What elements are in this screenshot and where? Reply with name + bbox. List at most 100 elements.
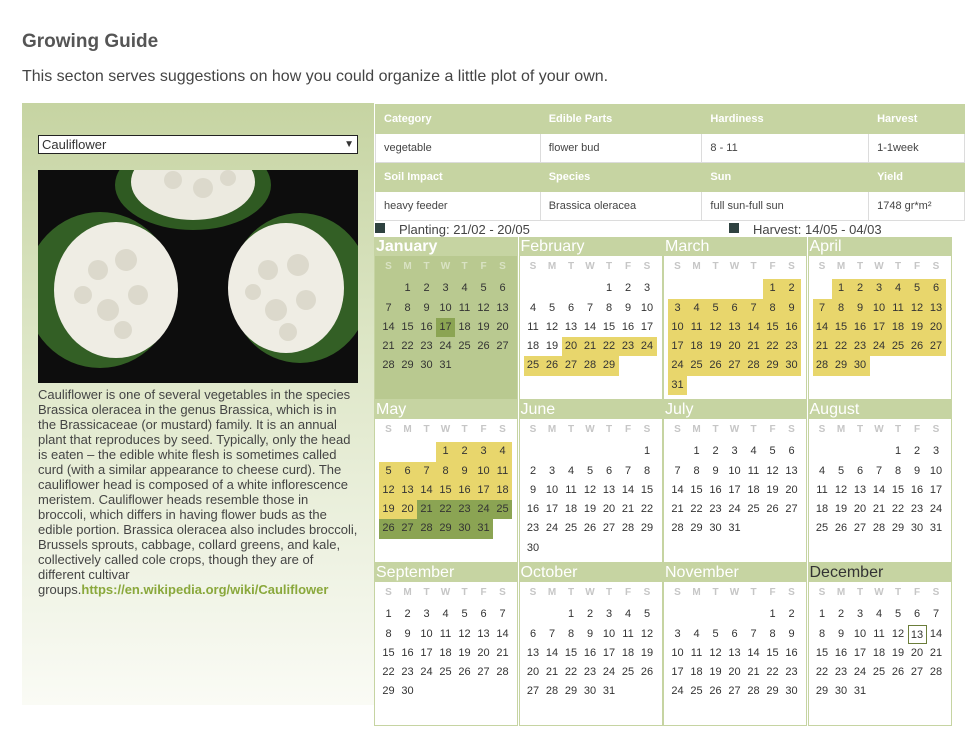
calendar-day[interactable]: 13 [725,644,744,663]
calendar-day[interactable]: 6 [493,279,512,298]
calendar-day[interactable]: 25 [455,337,474,356]
calendar-day[interactable]: 13 [725,317,744,338]
calendar-day[interactable]: 25 [687,356,706,376]
calendar-day[interactable]: 12 [763,462,782,481]
calendar-day[interactable]: 7 [744,625,763,644]
calendar-day[interactable]: 10 [638,299,657,318]
calendar-day[interactable]: 17 [474,480,493,501]
calendar-day[interactable]: 4 [562,462,581,481]
calendar-day[interactable]: 13 [474,625,493,644]
calendar-day[interactable]: 5 [889,605,908,624]
calendar-day[interactable]: 24 [543,519,562,538]
calendar-day[interactable]: 13 [524,644,543,663]
calendar-day[interactable]: 3 [668,298,687,318]
calendar-day[interactable]: 8 [831,298,851,318]
calendar-day[interactable]: 6 [600,462,619,481]
calendar-day[interactable]: 11 [524,318,543,337]
calendar-day[interactable]: 29 [638,519,657,538]
calendar-day[interactable]: 7 [927,605,946,624]
calendar-day[interactable]: 12 [889,625,908,644]
calendar-day[interactable]: 5 [581,462,600,481]
calendar-day[interactable]: 6 [926,279,946,299]
calendar-day[interactable]: 9 [581,625,600,644]
calendar-day[interactable]: 25 [744,500,763,519]
calendar-day[interactable]: 31 [851,682,870,701]
calendar-day[interactable]: 31 [474,519,493,539]
calendar-day[interactable]: 6 [725,298,744,318]
calendar-day[interactable]: 4 [813,462,832,481]
calendar-day[interactable]: 26 [379,519,398,539]
calendar-day[interactable]: 4 [744,442,763,461]
calendar-day[interactable]: 8 [600,299,619,318]
calendar-day[interactable]: 28 [379,356,398,375]
calendar-day[interactable]: 5 [907,279,927,299]
calendar-day[interactable]: 23 [524,519,543,538]
calendar-day[interactable]: 10 [474,461,493,481]
calendar-day[interactable]: 12 [706,317,725,338]
calendar-day[interactable]: 1 [687,442,706,461]
calendar-day[interactable]: 26 [763,500,782,519]
calendar-day[interactable]: 9 [398,625,417,644]
calendar-day[interactable]: 13 [851,481,870,500]
calendar-day[interactable]: 1 [889,442,908,461]
calendar-day[interactable]: 20 [725,337,744,357]
calendar-day[interactable]: 26 [889,663,908,682]
calendar-day[interactable]: 3 [474,442,493,462]
calendar-day[interactable]: 3 [851,605,870,624]
calendar-day[interactable]: 15 [600,318,619,337]
calendar-day[interactable]: 28 [580,356,600,376]
calendar-day[interactable]: 28 [870,519,889,538]
calendar-day[interactable]: 16 [524,500,543,519]
calendar-day[interactable]: 10 [436,299,455,318]
calendar-day[interactable]: 27 [474,663,493,682]
calendar-day[interactable]: 21 [493,644,512,663]
calendar-day[interactable]: 8 [436,461,455,481]
calendar-day[interactable]: 24 [417,663,436,682]
calendar-day[interactable]: 5 [638,605,657,624]
calendar-day[interactable]: 30 [832,682,851,701]
calendar-day[interactable]: 3 [436,279,455,298]
calendar-day[interactable]: 31 [668,375,687,396]
calendar-day[interactable]: 3 [927,442,946,461]
calendar-day[interactable]: 17 [725,481,744,500]
calendar-day[interactable]: 30 [455,519,474,539]
calendar-day[interactable]: 24 [436,337,455,356]
plant-select[interactable]: Cauliflower ▼ [38,135,358,154]
calendar-day[interactable]: 5 [763,442,782,461]
calendar-day[interactable]: 2 [832,605,851,624]
calendar-day[interactable]: 26 [455,663,474,682]
calendar-day[interactable]: 24 [668,682,687,701]
calendar-day[interactable]: 15 [562,644,581,663]
calendar-day[interactable]: 5 [543,299,562,318]
calendar-day[interactable]: 20 [782,481,801,500]
calendar-day[interactable]: 27 [561,356,581,376]
calendar-day[interactable]: 26 [474,337,493,356]
calendar-day[interactable]: 10 [668,644,687,663]
calendar-day[interactable]: 17 [869,317,889,338]
calendar-day[interactable]: 17 [543,500,562,519]
calendar-day[interactable]: 31 [600,682,619,701]
calendar-day[interactable]: 10 [600,625,619,644]
calendar-day[interactable]: 19 [832,500,851,519]
calendar-day[interactable]: 23 [455,500,474,520]
calendar-day[interactable]: 14 [668,481,687,500]
calendar-day[interactable]: 7 [668,462,687,481]
calendar-day[interactable]: 29 [889,519,908,538]
calendar-day[interactable]: 28 [812,356,832,376]
calendar-day[interactable]: 3 [417,605,436,624]
calendar-day[interactable]: 9 [524,481,543,500]
calendar-day[interactable]: 2 [908,442,927,461]
calendar-day[interactable]: 10 [927,462,946,481]
calendar-day[interactable]: 27 [725,356,744,376]
calendar-day[interactable]: 8 [638,462,657,481]
calendar-day[interactable]: 17 [668,337,687,357]
calendar-day[interactable]: 15 [889,481,908,500]
calendar-day[interactable]: 5 [379,461,398,481]
calendar-day[interactable]: 12 [379,480,398,501]
calendar-day[interactable]: 16 [782,644,801,663]
calendar-day[interactable]: 14 [812,317,832,338]
calendar-day[interactable]: 7 [543,625,562,644]
calendar-day[interactable]: 24 [869,337,889,357]
calendar-day[interactable]: 10 [417,625,436,644]
calendar-day[interactable]: 27 [908,663,927,682]
